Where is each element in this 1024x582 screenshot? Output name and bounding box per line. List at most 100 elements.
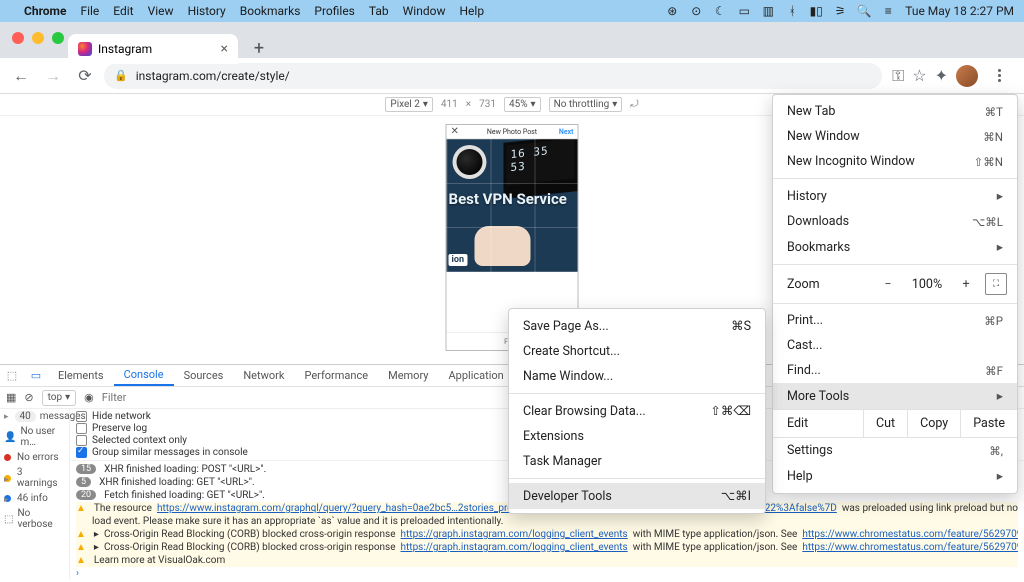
devtools-tab-application[interactable]: Application <box>438 365 513 386</box>
device-throttle[interactable]: No throttling▾ <box>549 97 623 112</box>
menu-window[interactable]: Window <box>403 4 446 18</box>
devtools-tab-memory[interactable]: Memory <box>378 365 438 386</box>
tab-close-icon[interactable]: × <box>221 41 228 57</box>
phone-close-icon[interactable]: ✕ <box>451 126 459 137</box>
wifi-icon[interactable]: ⚞ <box>833 4 847 18</box>
extensions-puzzle-icon[interactable]: ✦ <box>935 66 948 85</box>
sidebar-errors[interactable]: No errors <box>0 450 69 465</box>
bookmark-star-icon[interactable]: ☆ <box>912 66 926 85</box>
console-prompt[interactable] <box>76 567 1018 579</box>
submenu-clear-browsing[interactable]: Clear Browsing Data...⇧⌘⌫ <box>509 398 765 424</box>
browser-tab[interactable]: Instagram × <box>68 34 238 64</box>
menu-profiles[interactable]: Profiles <box>314 4 355 18</box>
console-context-select[interactable]: top▾ <box>42 390 77 406</box>
submenu-task-manager[interactable]: Task Manager <box>509 449 765 474</box>
window-zoom-button[interactable] <box>52 32 64 44</box>
status-icon[interactable]: ⊙ <box>689 4 703 18</box>
password-key-icon[interactable]: ⚿ <box>892 66 904 86</box>
devtools-tab-elements[interactable]: Elements <box>48 365 114 386</box>
photo-preview[interactable]: 16 35 53 Best VPN Service ion <box>447 139 578 272</box>
menu-bookmarks[interactable]: Bookmarks <box>240 4 301 18</box>
sidebar-nouser[interactable]: 👤No user m… <box>0 424 69 450</box>
device-width[interactable]: 411 <box>441 99 458 110</box>
instagram-favicon-icon <box>78 42 92 56</box>
submenu-extensions[interactable]: Extensions <box>509 424 765 449</box>
menu-cut[interactable]: Cut <box>863 410 907 437</box>
devtools-tab-console[interactable]: Console <box>114 365 174 386</box>
zoom-in-button[interactable]: + <box>955 273 977 295</box>
menu-cast[interactable]: Cast... <box>773 333 1017 358</box>
devtools-tab-performance[interactable]: Performance <box>294 365 378 386</box>
menu-edit[interactable]: Edit <box>113 4 133 18</box>
devtools-device-icon[interactable]: ▭ <box>24 365 48 386</box>
lock-icon[interactable]: 🔒 <box>114 69 128 82</box>
window-close-button[interactable] <box>12 32 24 44</box>
spotlight-icon[interactable]: 🔍 <box>857 4 871 18</box>
sidebar-info[interactable]: 46 info <box>0 491 69 506</box>
address-bar[interactable]: 🔒 instagram.com/create/style/ <box>104 63 882 89</box>
sidebar-messages[interactable]: 40messages <box>0 409 69 424</box>
menu-tab[interactable]: Tab <box>369 4 389 18</box>
menu-file[interactable]: File <box>80 4 99 18</box>
status-icon[interactable]: ▥ <box>761 4 775 18</box>
devtools-tab-sources[interactable]: Sources <box>174 365 234 386</box>
menu-settings[interactable]: Settings⌘, <box>773 438 1017 463</box>
menu-new-window[interactable]: New Window⌘N <box>773 124 1017 149</box>
menu-copy[interactable]: Copy <box>907 410 960 437</box>
menu-help[interactable]: Help▸ <box>773 463 1017 489</box>
sidebar-warnings[interactable]: 3 warnings <box>0 465 69 491</box>
menu-incognito[interactable]: New Incognito Window⇧⌘N <box>773 149 1017 174</box>
new-tab-button[interactable]: + <box>246 35 272 61</box>
device-zoom[interactable]: 45%▾ <box>504 97 541 112</box>
sidebar-verbose[interactable]: ⬚No verbose <box>0 506 69 532</box>
menu-print[interactable]: Print...⌘P <box>773 308 1017 333</box>
phone-next-button[interactable]: Next <box>559 128 574 136</box>
status-icon[interactable]: ⊛ <box>665 4 679 18</box>
menu-zoom-row: Zoom − 100% + ⛶ <box>773 269 1017 299</box>
more-tools-submenu: Save Page As...⌘S Create Shortcut... Nam… <box>508 308 766 514</box>
console-live-expression-icon[interactable]: ◉ <box>84 391 94 404</box>
menu-help[interactable]: Help <box>459 4 484 18</box>
bluetooth-icon[interactable]: ᚼ <box>785 4 799 18</box>
menu-new-tab[interactable]: New Tab⌘T <box>773 99 1017 124</box>
submenu-create-shortcut[interactable]: Create Shortcut... <box>509 339 765 364</box>
do-not-disturb-icon[interactable]: ☾ <box>713 4 727 18</box>
profile-avatar[interactable] <box>956 65 978 87</box>
menu-bookmarks[interactable]: Bookmarks▸ <box>773 234 1017 260</box>
fullscreen-button[interactable]: ⛶ <box>985 273 1007 295</box>
submenu-save-page[interactable]: Save Page As...⌘S <box>509 313 765 339</box>
zoom-out-button[interactable]: − <box>877 273 899 295</box>
devtools-inspect-icon[interactable]: ⬚ <box>0 365 24 386</box>
menu-view[interactable]: View <box>148 4 174 18</box>
menu-downloads[interactable]: Downloads⌥⌘L <box>773 209 1017 234</box>
submenu-name-window[interactable]: Name Window... <box>509 364 765 389</box>
console-warning[interactable]: ▲▸Cross-Origin Read Blocking (CORB) bloc… <box>76 528 1018 541</box>
console-sidebar: 40messages 👤No user m… No errors 3 warni… <box>0 409 70 579</box>
status-icon[interactable]: ▭ <box>737 4 751 18</box>
console-warning[interactable]: ▲▸Cross-Origin Read Blocking (CORB) bloc… <box>76 541 1018 554</box>
console-warning[interactable]: ▲Learn more at VisualOak.com <box>76 554 1018 567</box>
console-clear-icon[interactable]: ⊘ <box>24 391 33 404</box>
console-sidebar-toggle-icon[interactable]: ▦ <box>6 391 16 404</box>
app-name[interactable]: Chrome <box>24 4 66 18</box>
menu-paste[interactable]: Paste <box>960 410 1017 437</box>
window-minimize-button[interactable] <box>32 32 44 44</box>
menu-history[interactable]: History▸ <box>773 183 1017 209</box>
control-center-icon[interactable]: ≡ <box>881 4 895 18</box>
reload-button[interactable]: ⟳ <box>72 63 98 89</box>
macos-menubar: Chrome File Edit View History Bookmarks … <box>0 0 1024 22</box>
menu-more-tools[interactable]: More Tools▸ <box>773 383 1017 409</box>
device-rotate-icon[interactable]: ⤾ <box>630 99 638 110</box>
device-height[interactable]: 731 <box>479 99 496 110</box>
back-button[interactable]: ← <box>8 63 34 89</box>
device-select[interactable]: Pixel 2▾ <box>385 97 432 112</box>
submenu-developer-tools[interactable]: Developer Tools⌥⌘I <box>509 483 765 509</box>
menubar-clock[interactable]: Tue May 18 2:27 PM <box>905 4 1014 18</box>
menu-find[interactable]: Find...⌘F <box>773 358 1017 383</box>
devtools-tab-network[interactable]: Network <box>233 365 294 386</box>
chrome-tabstrip: Instagram × + <box>0 22 1024 58</box>
chrome-menu-button[interactable] <box>986 63 1012 89</box>
forward-button[interactable]: → <box>40 63 66 89</box>
battery-icon[interactable]: ▮▯ <box>809 4 823 18</box>
menu-history[interactable]: History <box>188 4 226 18</box>
